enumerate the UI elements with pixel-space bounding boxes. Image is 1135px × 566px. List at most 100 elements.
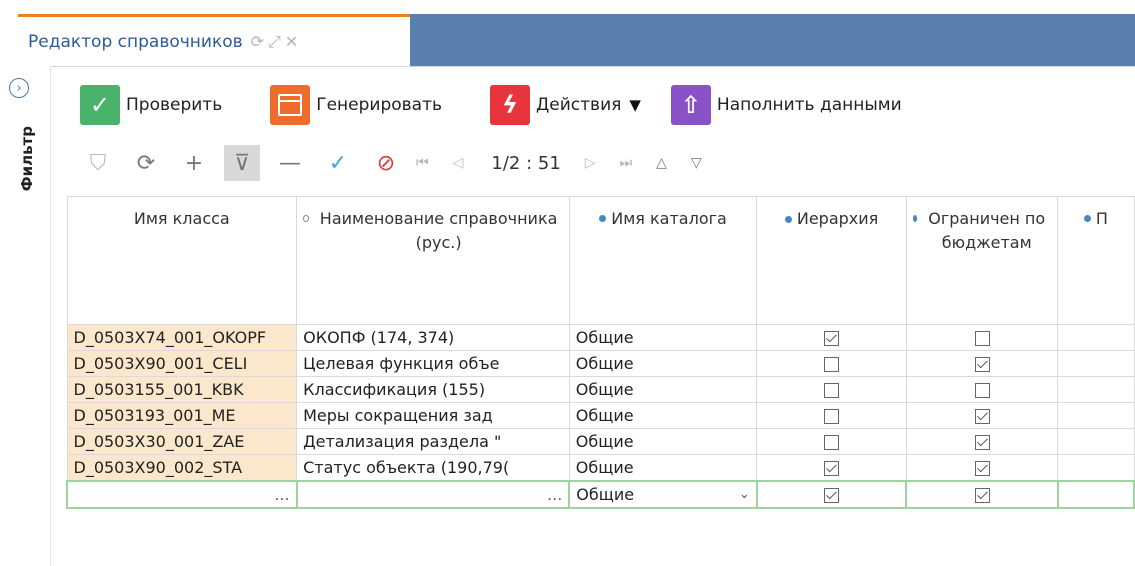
filter-icon[interactable]: ⛉ <box>80 145 116 181</box>
cell-reference-name[interactable]: ОКОПФ (174, 374) <box>296 324 570 351</box>
check-button[interactable]: ✓ Проверить <box>80 85 222 125</box>
catalog-select[interactable]: Общие ⌄ <box>568 480 758 509</box>
column-marker-icon <box>1083 215 1091 222</box>
cell-extra[interactable] <box>1057 376 1135 403</box>
budget-limit-checkbox[interactable] <box>974 461 990 476</box>
new-row[interactable]: ... ... Общие ⌄ <box>66 480 1135 509</box>
chevron-down-icon[interactable]: ⌄ <box>739 487 750 502</box>
column-header-budget-limit[interactable]: Ограничен по бюджетам <box>905 196 1059 325</box>
reference-name-lookup-button[interactable]: ... <box>295 480 571 509</box>
sort-up-icon[interactable]: △ <box>656 155 667 171</box>
expand-icon[interactable]: ⤢ <box>268 32 281 52</box>
column-header-catalog[interactable]: Имя каталога <box>568 196 758 325</box>
actions-button[interactable]: ϟ Действия ▼ <box>490 85 641 125</box>
hierarchy-checkbox[interactable] <box>824 488 840 503</box>
lightning-icon: ϟ <box>490 85 531 125</box>
hierarchy-checkbox[interactable] <box>824 383 840 398</box>
cell-class-name[interactable]: D_0503X74_001_OKOPF <box>66 324 298 351</box>
tab-reference-editor[interactable]: Редактор справочников ⟳ ⤢ ✕ <box>18 14 410 66</box>
table-row[interactable]: D_0503X30_001_ZAE Детализация раздела " … <box>66 428 1135 455</box>
refresh-icon[interactable]: ⟳ <box>128 145 164 181</box>
first-page-icon[interactable]: ⏮ <box>416 155 429 171</box>
cell-reference-name[interactable]: Целевая функция объе <box>296 350 570 377</box>
fill-data-button[interactable]: ⇧ Наполнить данными <box>670 85 902 125</box>
next-page-icon[interactable]: ▷ <box>585 155 596 171</box>
column-filter-icon[interactable]: ⊽ <box>224 145 260 181</box>
arrow-up-icon: ⇧ <box>670 85 711 125</box>
column-header-extra[interactable]: П <box>1057 196 1135 325</box>
table-row[interactable]: D_0503155_001_KBK Классификация (155) Об… <box>66 376 1135 403</box>
checkmark-icon: ✓ <box>80 85 120 125</box>
expand-filter-icon[interactable]: › <box>9 78 29 98</box>
cell-reference-name[interactable]: Классификация (155) <box>296 376 570 403</box>
fill-data-button-label: Наполнить данными <box>716 95 902 115</box>
actions-button-label: Действия <box>536 95 622 115</box>
close-icon[interactable]: ✕ <box>285 32 298 52</box>
hierarchy-checkbox[interactable] <box>824 331 840 346</box>
cell-class-name[interactable]: D_0503X90_002_STA <box>66 454 298 482</box>
hierarchy-checkbox[interactable] <box>824 435 840 450</box>
cell-class-name[interactable]: D_0503155_001_KBK <box>66 376 298 403</box>
title-bar-background <box>410 14 1135 66</box>
sort-down-icon[interactable]: ▽ <box>691 155 702 171</box>
column-header-hierarchy[interactable]: Иерархия <box>756 196 907 325</box>
cell-extra[interactable] <box>1056 480 1135 509</box>
budget-limit-checkbox[interactable] <box>974 488 990 503</box>
grid-toolbar: ⛉ ⟳ + ⊽ — ✓ ⊘ ⏮ ◁ 1/2 : 51 ▷ ⏭ △ ▽ <box>80 144 726 182</box>
prev-page-icon[interactable]: ◁ <box>453 155 464 171</box>
filter-panel: › Фильтр <box>0 66 51 566</box>
cell-class-name[interactable]: D_0503X30_001_ZAE <box>66 428 298 455</box>
column-marker-icon <box>912 215 918 222</box>
generate-button-label: Генерировать <box>316 95 443 115</box>
table-row[interactable]: D_0503193_001_ME Меры сокращения зад Общ… <box>66 402 1135 429</box>
cell-catalog[interactable]: Общие <box>568 324 758 351</box>
cell-class-name[interactable]: D_0503X90_001_CELI <box>66 350 298 377</box>
budget-limit-checkbox[interactable] <box>974 409 990 424</box>
remove-icon[interactable]: — <box>272 145 308 181</box>
cell-reference-name[interactable]: Детализация раздела " <box>296 428 570 455</box>
dropdown-arrow-icon[interactable]: ▼ <box>629 96 641 114</box>
hierarchy-checkbox[interactable] <box>824 409 840 424</box>
column-header-class-name[interactable]: Имя класса <box>66 196 298 325</box>
budget-limit-checkbox[interactable] <box>974 435 990 450</box>
cell-extra[interactable] <box>1057 454 1135 482</box>
cell-catalog[interactable]: Общие <box>568 428 758 455</box>
reference-grid: Имя класса Наименование справочника (рус… <box>66 196 1135 509</box>
table-row[interactable]: D_0503X90_002_STA Статус объекта (190,79… <box>66 454 1135 482</box>
cell-extra[interactable] <box>1057 350 1135 377</box>
pager-text: 1/2 : 51 <box>491 152 561 174</box>
column-marker-icon <box>599 215 607 222</box>
save-check-icon[interactable]: ✓ <box>320 145 356 181</box>
cell-catalog[interactable]: Общие <box>568 376 758 403</box>
cell-extra[interactable] <box>1057 324 1135 351</box>
cell-extra[interactable] <box>1057 428 1135 455</box>
refresh-icon[interactable]: ⟳ <box>251 32 264 52</box>
generate-button[interactable]: Генерировать <box>270 85 442 125</box>
add-icon[interactable]: + <box>176 145 212 181</box>
last-page-icon[interactable]: ⏭ <box>620 155 633 171</box>
cancel-icon[interactable]: ⊘ <box>368 145 404 181</box>
column-marker-icon <box>784 216 792 223</box>
cell-class-name[interactable]: D_0503193_001_ME <box>66 402 298 429</box>
window-icon <box>270 85 311 125</box>
check-button-label: Проверить <box>126 95 223 115</box>
filter-label[interactable]: Фильтр <box>18 126 36 191</box>
class-name-lookup-button[interactable]: ... <box>66 480 298 509</box>
table-row[interactable]: D_0503X90_001_CELI Целевая функция объе … <box>66 350 1135 377</box>
budget-limit-checkbox[interactable] <box>974 331 990 346</box>
cell-catalog[interactable]: Общие <box>568 402 758 429</box>
tab-title: Редактор справочников <box>28 31 243 52</box>
hierarchy-checkbox[interactable] <box>824 357 840 372</box>
catalog-select-value: Общие <box>576 485 635 504</box>
cell-reference-name[interactable]: Меры сокращения зад <box>296 402 570 429</box>
grid-header-row: Имя класса Наименование справочника (рус… <box>66 196 1135 325</box>
cell-extra[interactable] <box>1057 402 1135 429</box>
table-row[interactable]: D_0503X74_001_OKOPF ОКОПФ (174, 374) Общ… <box>66 324 1135 351</box>
budget-limit-checkbox[interactable] <box>974 357 990 372</box>
budget-limit-checkbox[interactable] <box>974 383 990 398</box>
cell-catalog[interactable]: Общие <box>568 454 758 482</box>
cell-reference-name[interactable]: Статус объекта (190,79( <box>296 454 570 482</box>
hierarchy-checkbox[interactable] <box>824 461 840 476</box>
column-header-reference-name[interactable]: Наименование справочника (рус.) <box>296 196 570 325</box>
cell-catalog[interactable]: Общие <box>568 350 758 377</box>
